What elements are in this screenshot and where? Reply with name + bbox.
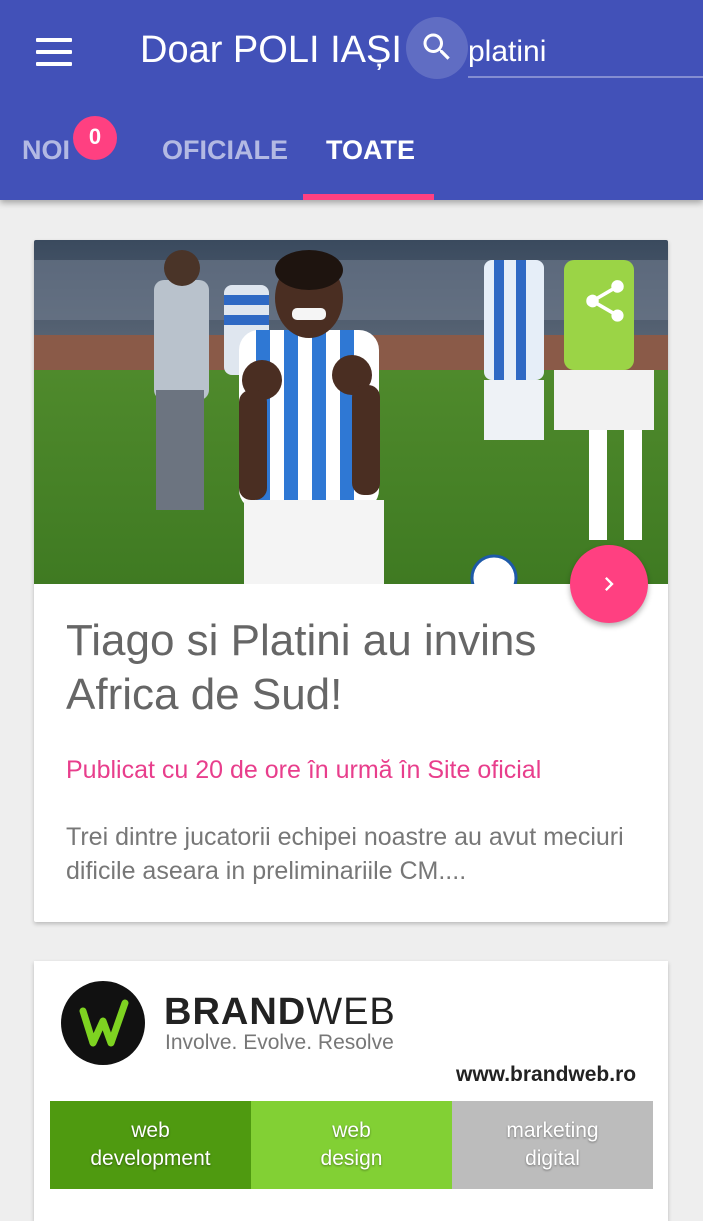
app-title: Doar POLI IAȘI [140,29,402,71]
app-bar: Doar POLI IAȘI NOI OFICIALE TOATE 0 [0,0,703,200]
brand-name: BRANDWEB [164,991,396,1033]
chevron-right-icon [605,577,614,591]
web-development-block[interactable]: web development [50,1101,251,1189]
brand-url[interactable]: www.brandweb.ro [456,1063,636,1087]
search-input[interactable] [468,28,703,78]
article-excerpt: Trei dintre jucatorii echipei noastre au… [66,823,624,885]
search-button[interactable] [406,17,468,79]
tab-toate[interactable]: TOATE [326,110,415,200]
advertisement-banner[interactable]: BRANDWEB Involve. Evolve. Resolve www.br… [34,961,668,1221]
brandweb-logo [61,981,145,1065]
open-article-button[interactable] [570,545,648,623]
article-card[interactable]: Tiago si Platini au invins Africa de Sud… [34,240,668,922]
brand-slogan: Involve. Evolve. Resolve [165,1031,394,1054]
tab-oficiale[interactable]: OFICIALE [162,110,288,200]
football-photo [34,240,668,584]
tab-noi[interactable]: NOI [22,110,70,200]
menu-button[interactable] [24,28,84,76]
marketing-digital-block[interactable]: marketing digital [452,1101,653,1189]
menu-icon [36,38,72,42]
article-title[interactable]: Tiago si Platini au invins Africa de Sud… [66,614,646,722]
search-icon [423,33,450,60]
tab-indicator [303,194,434,200]
ad-service-blocks: web development web design marketing digita… [50,1101,653,1189]
new-count-badge: 0 [73,116,117,160]
share-button[interactable] [580,276,630,326]
share-icon [586,280,624,322]
article-photo[interactable] [34,240,668,584]
web-design-block[interactable]: web design [251,1101,452,1189]
article-meta: Publicat cu 20 de ore în urmă în Site of… [66,756,542,784]
